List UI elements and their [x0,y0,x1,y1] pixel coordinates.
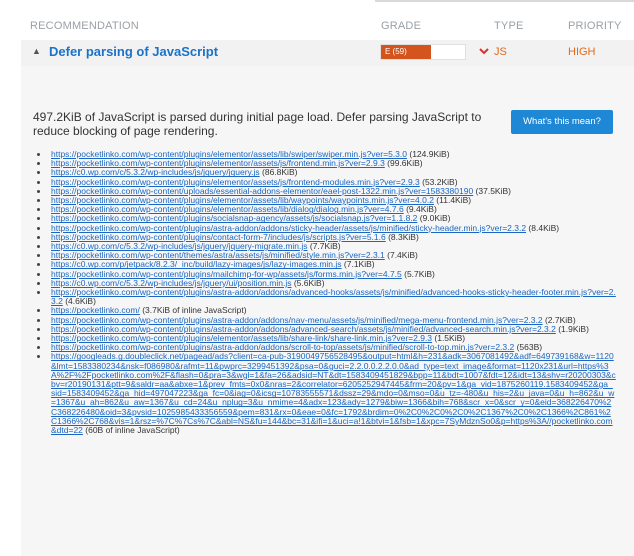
recommendation-row[interactable]: ▲ Defer parsing of JavaScript E (59) JS … [21,40,634,66]
header-type: TYPE [494,20,524,32]
resource-size: (11.4KiB) [433,195,472,206]
resource-item: https://googleads.g.doubleclick.net/page… [37,351,616,436]
resource-link[interactable]: https://pocketlinko.com/wp-content/plugi… [51,287,616,306]
resource-size: (37.5KiB) [473,185,511,196]
priority-value: HIGH [568,46,596,58]
header-recommendation: RECOMMENDATION [30,20,139,32]
resource-item: https://pocketlinko.com/wp-content/plugi… [37,287,616,306]
resource-size: (8.4KiB) [526,222,560,233]
details-panel: 497.2KiB of JavaScript is parsed during … [21,66,634,556]
chevron-down-icon[interactable] [479,46,489,56]
resource-size: (1.9KiB) [555,323,589,334]
grade-bar: E (59) [380,44,466,60]
recommendation-title[interactable]: Defer parsing of JavaScript [49,44,218,59]
collapse-triangle-icon[interactable]: ▲ [32,46,41,56]
description-text: 497.2KiB of JavaScript is parsed during … [33,110,482,138]
resource-size: (99.6KiB) [384,158,423,169]
whats-this-mean-button[interactable]: What's this mean? [511,110,613,134]
header-priority: PRIORITY [568,20,622,32]
resource-size: (60B of inline JavaScript) [82,425,180,436]
grade-fill: E (59) [381,45,431,59]
resource-size: (8.3KiB) [385,231,419,242]
resource-size: (5.7KiB) [401,268,435,279]
type-value: JS [494,46,507,58]
resource-size: (7.4KiB) [384,250,418,261]
table-header: RECOMMENDATION GRADE TYPE PRIORITY [0,0,634,40]
header-grade: GRADE [381,20,422,32]
resource-link[interactable]: https://googleads.g.doubleclick.net/page… [51,351,616,435]
resource-list: https://pocketlinko.com/wp-content/plugi… [21,149,616,436]
